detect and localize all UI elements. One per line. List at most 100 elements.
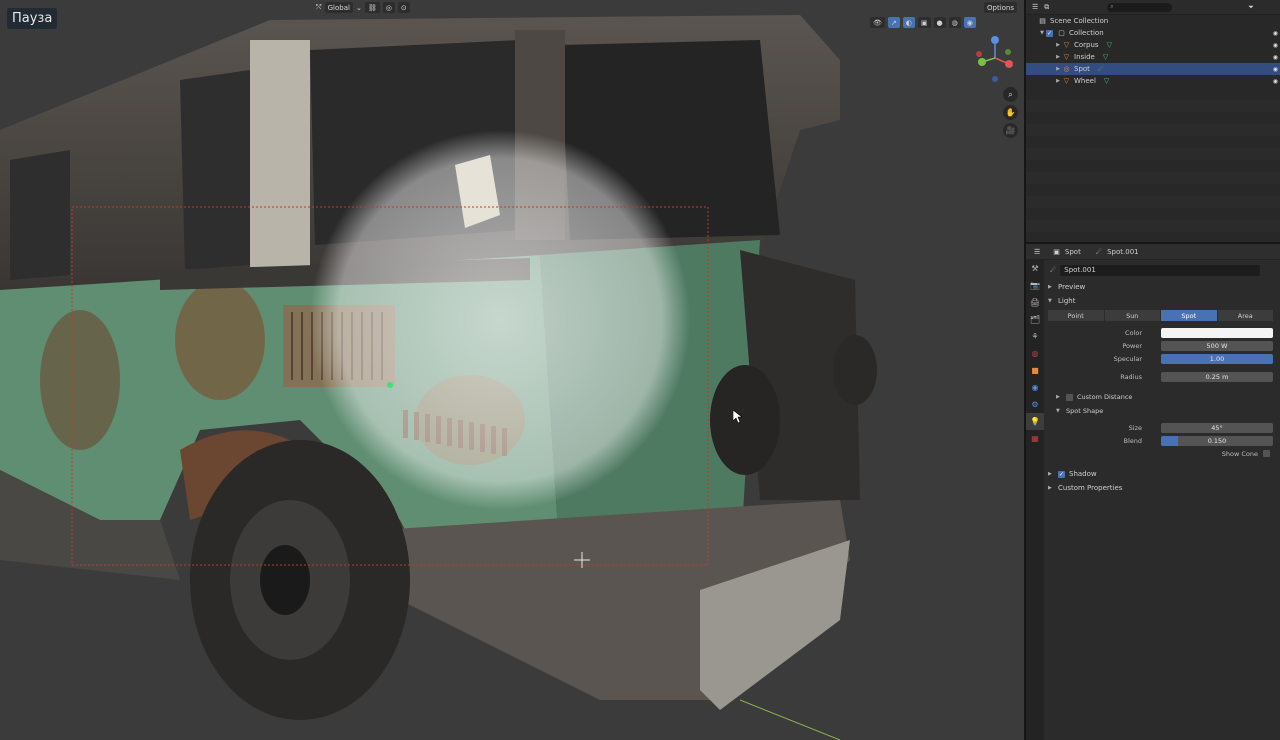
outliner-row-wheel[interactable]: ▶ ▽ Wheel ▽ ◉	[1026, 75, 1280, 87]
color-swatch[interactable]	[1161, 328, 1273, 338]
spot-size-property: Size 45°	[1044, 422, 1280, 435]
editor-type-icon[interactable]: ☰	[1032, 3, 1038, 11]
transform-orientation-dropdown[interactable]: Global	[324, 2, 353, 13]
properties-content: ☄ Spot.001 ▶ Preview ▼ Light Point Sun S…	[1044, 260, 1280, 740]
custom-distance-checkbox[interactable]	[1066, 393, 1073, 401]
outliner-row-scene-collection[interactable]: ▤ Scene Collection	[1026, 15, 1280, 27]
spot-blend-slider[interactable]: 0.150	[1161, 436, 1273, 446]
power-property: Power 500 W	[1044, 340, 1280, 353]
outliner-search-input[interactable]: ⌕	[1107, 2, 1173, 12]
preview-panel-header[interactable]: ▶ Preview	[1044, 280, 1280, 294]
chevron-right-icon[interactable]: ▶	[1054, 42, 1062, 48]
viewport-header: ⤲ Global ⌄ ⛓ ◎ ⊙ Options	[0, 0, 1024, 16]
chevron-right-icon: ▶	[1048, 471, 1052, 477]
zoom-icon[interactable]: ⌕	[1003, 87, 1018, 102]
property-label: Size	[1128, 424, 1142, 432]
chevron-right-icon[interactable]: ▶	[1054, 54, 1062, 60]
visibility-icon[interactable]: ◉	[1273, 66, 1278, 73]
navigation-gizmo[interactable]	[972, 34, 1018, 86]
view-layer-tab-icon[interactable]: 🗂	[1026, 311, 1044, 328]
light-data-icon: ☄	[1097, 65, 1105, 73]
power-field[interactable]: 500 W	[1161, 341, 1273, 351]
outliner-empty-area	[1026, 88, 1280, 242]
chevron-right-icon[interactable]: ▶	[1054, 66, 1062, 72]
xray-icon[interactable]: ▣	[917, 17, 931, 28]
search-icon: ⌕	[1110, 3, 1114, 10]
pan-hand-icon[interactable]: ✋	[1003, 105, 1018, 120]
scene-tab-icon[interactable]: ⚘	[1026, 328, 1044, 345]
visibility-icon[interactable]: ◉	[1273, 54, 1278, 61]
options-dropdown[interactable]: Options	[984, 2, 1018, 13]
physics-tab-icon[interactable]: ◉	[1026, 379, 1044, 396]
filter-icon[interactable]: ⏷	[1248, 3, 1254, 12]
shadow-checkbox[interactable]: ✓	[1058, 470, 1065, 478]
datablock-name-field[interactable]: Spot.001	[1060, 264, 1261, 276]
gizmo-toggle-icon[interactable]: ↗	[887, 17, 900, 28]
light-panel-header[interactable]: ▼ Light	[1044, 294, 1280, 308]
shading-solid-icon[interactable]: ●	[933, 17, 946, 28]
radius-field[interactable]: 0.25 m	[1161, 372, 1273, 382]
outliner-row-spot[interactable]: ▶ ◎ Spot ☄ ◉	[1026, 63, 1280, 75]
properties-tab-bar: ⚒ 📷 🖨 🗂 ⚘ ◍ ■ ◉ ⚙ 💡 ▦	[1026, 260, 1044, 740]
chevron-right-icon: ▶	[1048, 284, 1052, 290]
object-tab-icon[interactable]: ■	[1026, 362, 1044, 379]
spot-size-field[interactable]: 45°	[1161, 423, 1273, 433]
output-tab-icon[interactable]: 🖨	[1026, 294, 1044, 311]
shading-material-icon[interactable]: ◍	[948, 17, 961, 28]
show-cone-property: Show Cone	[1044, 448, 1280, 461]
camera-view-icon[interactable]: 🎥	[1003, 123, 1018, 138]
snap-icon[interactable]: ⛓	[364, 2, 380, 13]
world-tab-icon[interactable]: ◍	[1026, 345, 1044, 362]
property-value: 1.00	[1209, 355, 1225, 363]
light-type-sun[interactable]: Sun	[1104, 310, 1161, 321]
chevron-down-icon: ▼	[1048, 298, 1052, 304]
chevron-right-icon[interactable]: ▶	[1054, 78, 1062, 84]
outliner-row-label: Collection	[1069, 29, 1104, 37]
light-data-tab-icon[interactable]: 💡	[1026, 413, 1044, 430]
visibility-icon[interactable]: ◉	[1273, 42, 1278, 49]
collection-icon: ▢	[1058, 29, 1065, 37]
editor-type-icon[interactable]: ☰	[1034, 248, 1040, 256]
outliner-row-corpus[interactable]: ▶ ▽ Corpus ▽ ◉	[1026, 39, 1280, 51]
spot-blend-property: Blend 0.150	[1044, 435, 1280, 448]
custom-properties-panel-header[interactable]: ▶ Custom Properties	[1044, 481, 1280, 495]
chevron-down-icon[interactable]: ▼	[1038, 30, 1046, 36]
outliner-row-label: Inside	[1074, 53, 1095, 61]
spot-shape-subpanel[interactable]: ▼ Spot Shape	[1044, 404, 1280, 418]
outliner-row-collection[interactable]: ▼ ✓ ▢ Collection ◉	[1026, 27, 1280, 39]
light-data-icon: ☄	[1095, 247, 1103, 256]
mouse-cursor-icon	[733, 410, 743, 424]
property-value: 0.150	[1207, 437, 1227, 445]
pivot-icon[interactable]: ⊙	[397, 2, 410, 13]
mesh-data-icon: ▽	[1103, 77, 1110, 85]
chevron-down-icon[interactable]: ⌄	[356, 4, 362, 12]
specular-slider[interactable]: 1.00	[1161, 354, 1273, 364]
tool-tab-icon[interactable]: ⚒	[1026, 260, 1044, 277]
light-type-area[interactable]: Area	[1217, 310, 1274, 321]
color-property: Color	[1044, 327, 1280, 340]
property-value: 45°	[1211, 424, 1223, 432]
outliner-row-inside[interactable]: ▶ ▽ Inside ▽ ◉	[1026, 51, 1280, 63]
display-mode-icon[interactable]: ⧉	[1044, 3, 1049, 12]
overlay-toggle-icon[interactable]: ◐	[902, 17, 915, 28]
light-data-icon[interactable]: ☄	[1050, 266, 1056, 274]
light-type-point[interactable]: Point	[1048, 310, 1105, 321]
light-type-spot[interactable]: Spot	[1161, 310, 1218, 321]
visibility-icon[interactable]: ◉	[1273, 78, 1278, 85]
3d-viewport[interactable]: ⤲ Global ⌄ ⛓ ◎ ⊙ Options 👁 ↗ ◐ ▣ ● ◍ ◉ П…	[0, 0, 1024, 740]
custom-distance-subpanel[interactable]: ▶ Custom Distance	[1044, 390, 1280, 404]
show-cone-checkbox[interactable]	[1263, 450, 1270, 457]
shading-rendered-icon[interactable]: ◉	[963, 17, 976, 28]
outliner-row-label: Wheel	[1074, 77, 1096, 85]
visibility-icon[interactable]: 👁	[870, 17, 885, 28]
texture-tab-icon[interactable]: ▦	[1026, 430, 1044, 447]
property-label: Blend	[1123, 437, 1142, 445]
shadow-panel-header[interactable]: ▶ ✓ Shadow	[1044, 467, 1280, 481]
proportional-edit-icon[interactable]: ◎	[382, 2, 395, 13]
visibility-icon[interactable]: ◉	[1273, 30, 1278, 37]
transform-orientation-group: ⤲ Global ⌄ ⛓ ◎ ⊙	[316, 2, 410, 13]
constraints-tab-icon[interactable]: ⚙	[1026, 396, 1044, 413]
subpanel-title: Custom Distance	[1077, 393, 1133, 401]
collection-checkbox[interactable]: ✓	[1046, 29, 1053, 37]
render-tab-icon[interactable]: 📷	[1026, 277, 1044, 294]
